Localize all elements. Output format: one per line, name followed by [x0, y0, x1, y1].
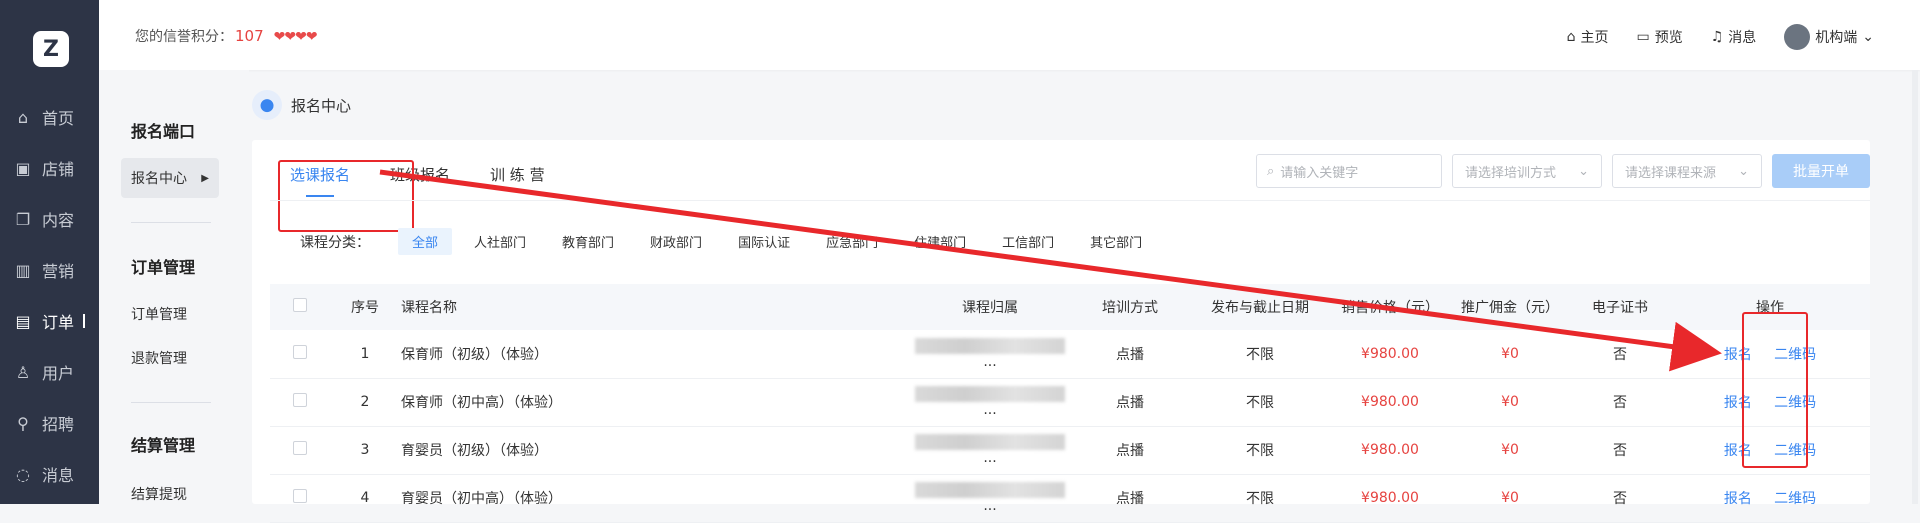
tab-bar: 选课报名 班级报名 训 练 营	[278, 160, 545, 232]
section-heading: 订单管理	[131, 258, 196, 277]
nav-item-users[interactable]: ♙ 用户	[0, 352, 99, 392]
course-source-select[interactable]: 请选择课程来源 ⌄	[1612, 154, 1762, 188]
category-item[interactable]: 人社部门	[460, 228, 540, 255]
app-logo[interactable]: Z	[33, 31, 69, 67]
credit-label: 您的信誉积分：	[135, 29, 233, 45]
divider	[270, 200, 1870, 201]
select-all-checkbox[interactable]	[270, 284, 330, 330]
course-table: 序号 课程名称 课程归属 培训方式 发布与截止日期 销售价格（元） 推广佣金（元…	[270, 284, 1870, 523]
home-link[interactable]: ⌂ 主页	[1567, 27, 1609, 47]
preview-link[interactable]: ▭ 预览	[1636, 27, 1682, 47]
home-icon: ⌂	[1566, 29, 1576, 45]
order-icon: ▤	[15, 311, 31, 331]
search-input[interactable]: ⌕ 请输入关键字	[1256, 154, 1442, 188]
secondary-sidebar: 报名端口 报名中心 ▶ 订单管理 订单管理 退款管理 结算管理 结算提现	[99, 70, 249, 504]
page-scrollbar[interactable]	[1912, 70, 1918, 504]
nav-label: 首页	[42, 109, 75, 128]
table-row: 2 保育师（初中高）（体验） ... 点播 不限 ¥980.00 ¥0 否 报名…	[270, 378, 1870, 426]
nav-label: 用户	[42, 364, 75, 383]
breadcrumb: ● 报名中心	[252, 90, 351, 120]
nav-label: 营销	[42, 262, 75, 281]
category-item[interactable]: 其它部门	[1076, 228, 1156, 255]
category-item[interactable]: 工信部门	[988, 228, 1068, 255]
home-icon: ⌂	[17, 107, 29, 127]
category-item[interactable]: 应急部门	[812, 228, 892, 255]
owner-cell: ...	[910, 378, 1070, 426]
user-icon: ●	[252, 90, 282, 120]
owner-cell: ...	[910, 474, 1070, 522]
owner-cell: ...	[910, 330, 1070, 378]
nav-item-messages[interactable]: ◌ 消息	[0, 454, 99, 494]
nav-item-marketing[interactable]: ▥ 营销	[0, 250, 99, 290]
nav-label: 店铺	[42, 160, 75, 179]
monitor-icon: ▭	[1636, 29, 1650, 45]
nav-item-orders[interactable]: ▤ 订单	[0, 301, 99, 341]
category-label: 课程分类：	[300, 234, 370, 251]
top-header: 您的信誉积分： 107 ❤❤❤❤ ⌂ 主页 ▭ 预览 ♫ 消息 机构端 ⌄	[99, 0, 1920, 70]
section-heading: 结算管理	[131, 436, 196, 455]
nav-label: 招聘	[42, 415, 75, 434]
category-all[interactable]: 全部	[398, 228, 453, 255]
table-header: 序号 课程名称 课程归属 培训方式 发布与截止日期 销售价格（元） 推广佣金（元…	[270, 284, 1870, 330]
nav-label: 内容	[42, 211, 75, 230]
category-filter: 课程分类： 全部 人社部门 教育部门 财政部门 国际认证 应急部门 住建部门 工…	[300, 228, 1164, 255]
subnav-item-refund[interactable]: 退款管理	[131, 348, 187, 368]
credit-score: 您的信誉积分： 107 ❤❤❤❤	[135, 26, 318, 46]
divider	[131, 402, 211, 403]
bell-icon: ♫	[1710, 29, 1724, 45]
divider	[131, 222, 211, 223]
category-item[interactable]: 财政部门	[636, 228, 716, 255]
user-menu[interactable]: 机构端 ⌄	[1784, 24, 1874, 50]
search-icon: ⌕	[1267, 163, 1275, 179]
page-title: 报名中心	[291, 96, 352, 115]
row-checkbox[interactable]	[270, 378, 330, 426]
book-icon: ❐	[15, 209, 31, 229]
nav-item-recruit[interactable]: ⚲ 招聘	[0, 403, 99, 443]
subnav-item-enroll-center[interactable]: 报名中心 ▶	[121, 158, 219, 198]
chart-icon: ▥	[15, 260, 31, 280]
qrcode-link[interactable]: 二维码	[1774, 491, 1816, 507]
nav-item-content[interactable]: ❐ 内容	[0, 199, 99, 239]
heart-icons: ❤❤❤❤	[273, 29, 318, 45]
section-heading: 报名端口	[131, 122, 196, 141]
row-checkbox[interactable]	[270, 426, 330, 474]
table-row: 1 保育师（初级）（体验） ... 点播 不限 ¥980.00 ¥0 否 报名 …	[270, 330, 1870, 378]
tab-training-camp[interactable]: 训 练 营	[490, 164, 545, 185]
nav-item-home[interactable]: ⌂ 首页	[0, 97, 99, 137]
credit-value: 107	[235, 27, 264, 45]
category-item[interactable]: 住建部门	[900, 228, 980, 255]
nav-item-shop[interactable]: ▣ 店铺	[0, 148, 99, 188]
batch-open-button[interactable]: 批量开单	[1772, 154, 1870, 188]
main-panel: 选课报名 班级报名 训 练 营 ⌕ 请输入关键字 请选择培训方式 ⌄ 请选择课程…	[252, 140, 1870, 522]
messages-link[interactable]: ♫ 消息	[1711, 27, 1757, 47]
message-icon: ◌	[16, 464, 30, 484]
header-links: ⌂ 主页 ▭ 预览 ♫ 消息 机构端 ⌄	[1567, 24, 1874, 50]
category-item[interactable]: 教育部门	[548, 228, 628, 255]
table-row: 4 育婴员（初中高）（体验） ... 点播 不限 ¥980.00 ¥0 否 报名…	[270, 474, 1870, 522]
table-row: 3 育婴员（初级）（体验） ... 点播 不限 ¥980.00 ¥0 否 报名 …	[270, 426, 1870, 474]
nav-label: 订单	[42, 313, 75, 332]
train-mode-select[interactable]: 请选择培训方式 ⌄	[1452, 154, 1602, 188]
filter-bar: ⌕ 请输入关键字 请选择培训方式 ⌄ 请选择课程来源 ⌄ 批量开单	[1256, 154, 1870, 188]
subnav-item-withdraw[interactable]: 结算提现	[131, 484, 187, 504]
enroll-link[interactable]: 报名	[1724, 491, 1752, 507]
row-checkbox[interactable]	[270, 330, 330, 378]
chevron-down-icon: ⌄	[1862, 29, 1874, 45]
chevron-down-icon: ⌄	[1738, 163, 1749, 179]
annotation-box	[1742, 312, 1808, 468]
main-sidebar: Z ⌂ 首页 ▣ 店铺 ❐ 内容 ▥ 营销 ▤ 订单 ♙ 用户 ⚲ 招聘 ◌ 消…	[0, 0, 99, 504]
chevron-down-icon: ⌄	[1578, 163, 1589, 179]
active-indicator	[83, 314, 85, 328]
nav-label: 消息	[42, 466, 75, 485]
caret-right-icon: ▶	[201, 172, 209, 184]
category-item[interactable]: 国际认证	[724, 228, 804, 255]
subnav-item-order-manage[interactable]: 订单管理	[131, 304, 187, 324]
avatar	[1784, 24, 1811, 50]
recruit-icon: ⚲	[17, 413, 29, 433]
row-checkbox[interactable]	[270, 474, 330, 522]
owner-cell: ...	[910, 426, 1070, 474]
user-icon: ♙	[15, 362, 31, 382]
tab-course-enroll[interactable]: 选课报名	[290, 164, 350, 197]
shop-icon: ▣	[15, 158, 31, 178]
